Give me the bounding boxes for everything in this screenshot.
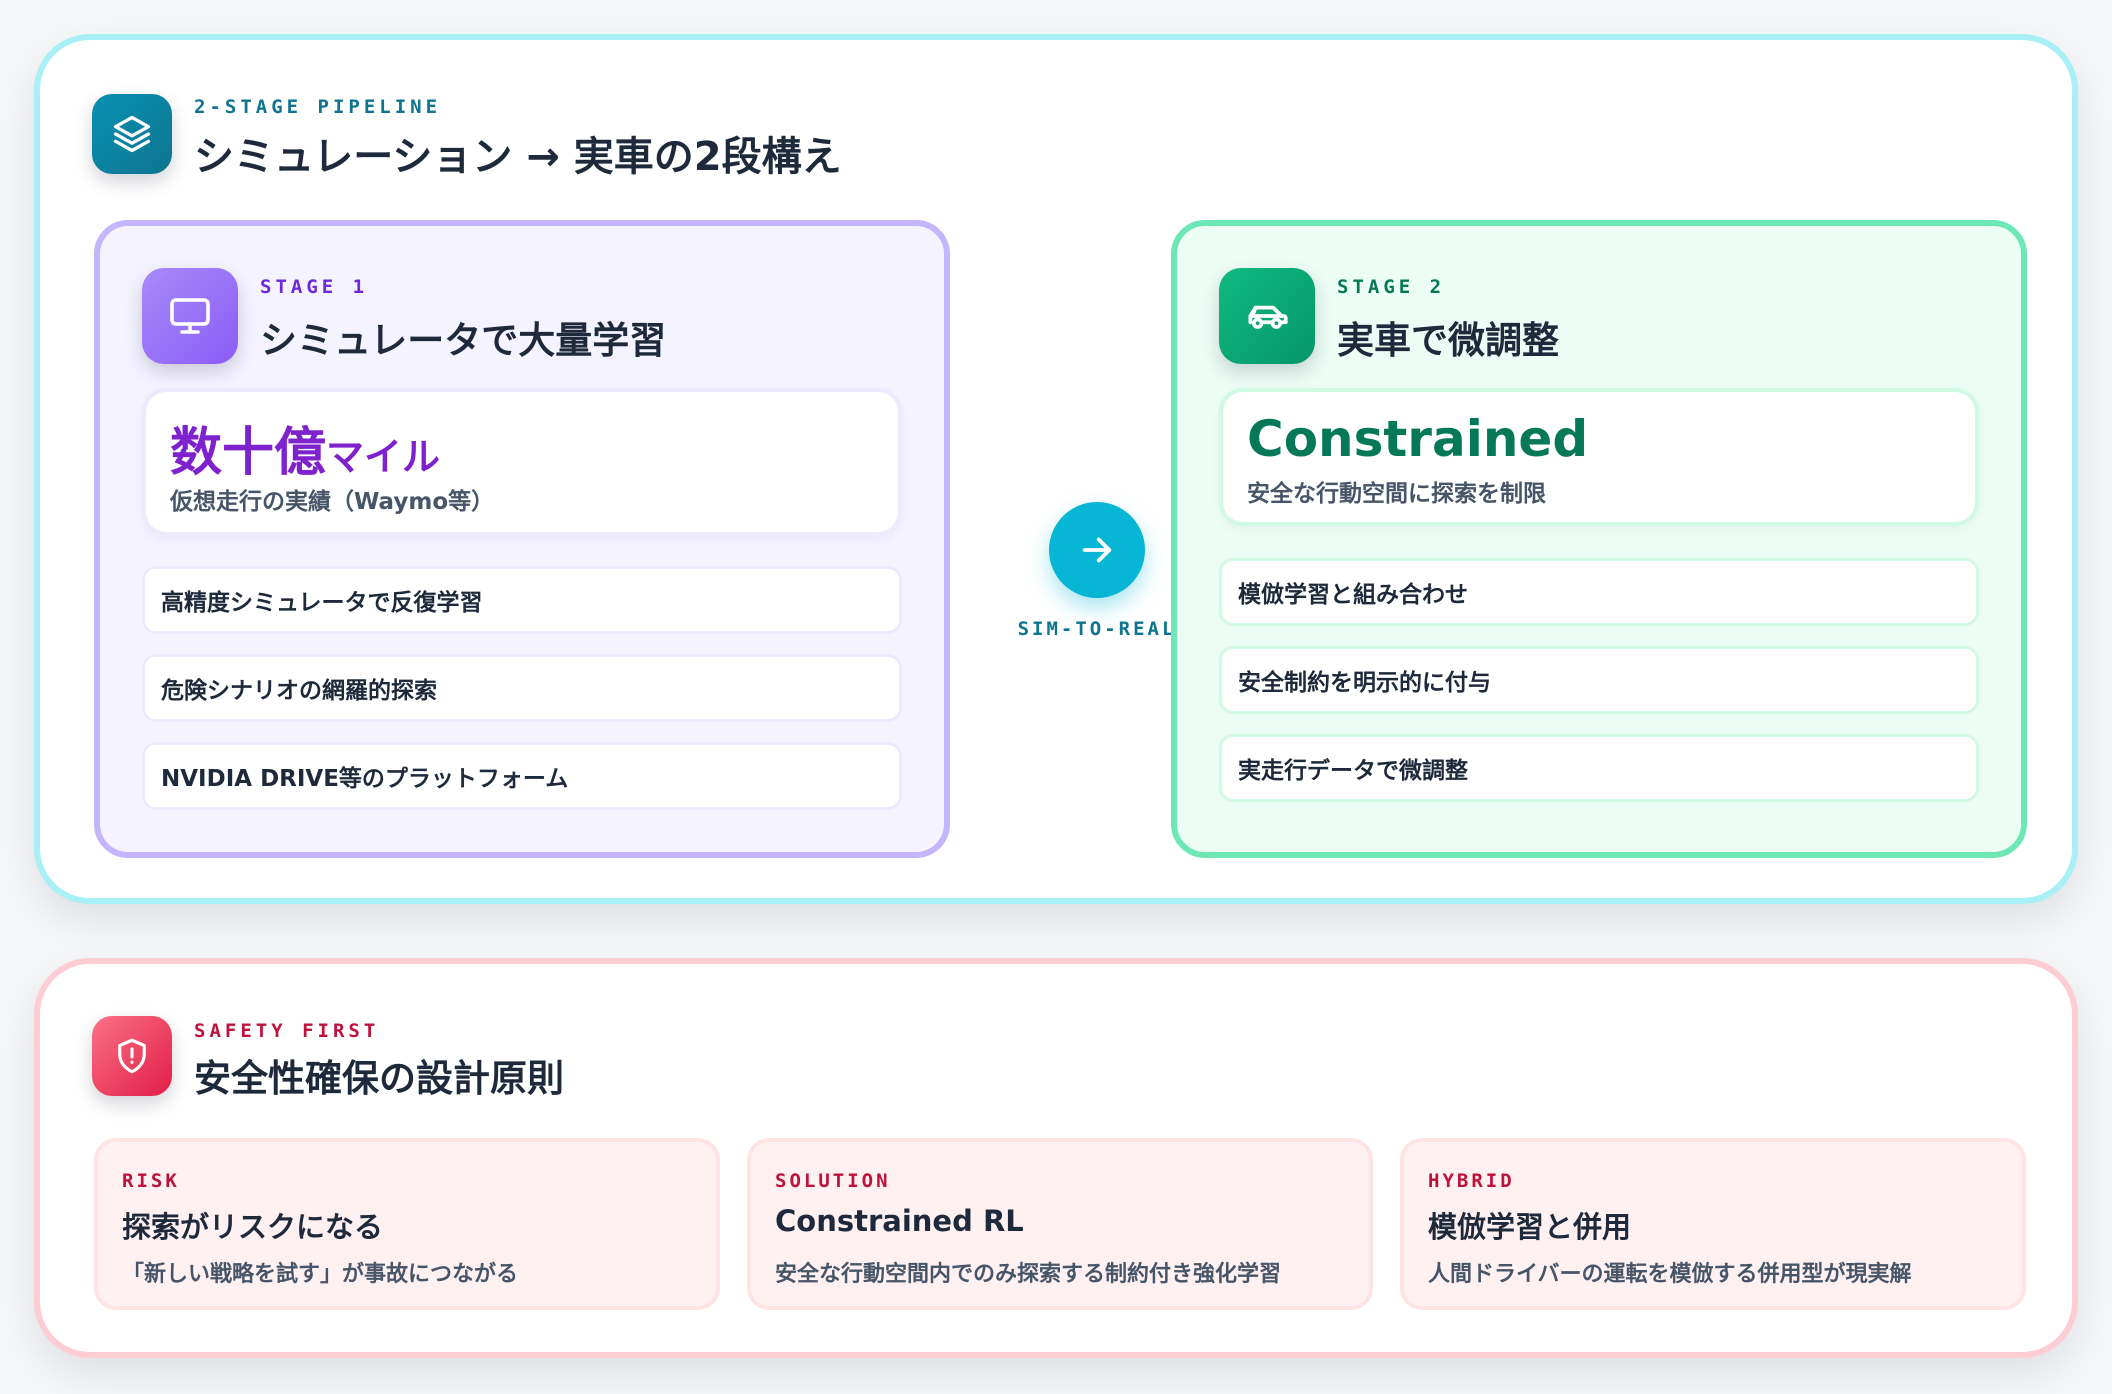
- pipeline-panel: 2-STAGE PIPELINE シミュレーション → 実車の2段構え STAG…: [34, 34, 2078, 904]
- stage-2-card: STAGE 2 実車で微調整 Constrained 安全な行動空間に探索を制限…: [1171, 220, 2027, 858]
- stage-2-eyebrow: STAGE 2: [1337, 276, 1446, 298]
- sim-to-real-arrow: [1049, 502, 1145, 598]
- safety-card-desc: 人間ドライバーの運転を模倣する併用型が現実解: [1428, 1262, 1912, 1287]
- safety-card-title: 探索がリスクになる: [122, 1210, 384, 1244]
- safety-card-hybrid: HYBRID 模倣学習と併用 人間ドライバーの運転を模倣する併用型が現実解: [1400, 1138, 2026, 1310]
- stage-1-hero-unit: マイル: [326, 435, 441, 479]
- safety-panel: SAFETY FIRST 安全性確保の設計原則 RISK 探索がリスクになる 「…: [34, 958, 2078, 1358]
- safety-card-title: 模倣学習と併用: [1428, 1210, 1632, 1244]
- stage-2-list-item: 模倣学習と組み合わせ: [1219, 558, 1979, 626]
- safety-card-label: RISK: [122, 1170, 180, 1192]
- stage-1-hero-number: 数十億: [170, 423, 327, 483]
- stage-1-hero-card: 数十億マイル 仮想走行の実績（Waymo等）: [142, 388, 902, 536]
- stage-1-hero-subtitle: 仮想走行の実績（Waymo等）: [170, 489, 495, 515]
- stage-2-hero-card: Constrained 安全な行動空間に探索を制限: [1219, 388, 1979, 526]
- stage-2-list-item: 安全制約を明示的に付与: [1219, 646, 1979, 714]
- safety-card-solution: SOLUTION Constrained RL 安全な行動空間内でのみ探索する制…: [747, 1138, 1373, 1310]
- safety-card-title: Constrained RL: [775, 1204, 1024, 1238]
- layers-icon: [92, 94, 172, 174]
- safety-card-desc: 安全な行動空間内でのみ探索する制約付き強化学習: [775, 1262, 1282, 1287]
- stage-1-list-item: 危険シナリオの網羅的探索: [142, 654, 902, 722]
- stage-2-list-item: 実走行データで微調整: [1219, 734, 1979, 802]
- stage-1-list-item: NVIDIA DRIVE等のプラットフォーム: [142, 742, 902, 810]
- stage-1-title: シミュレータで大量学習: [260, 319, 667, 362]
- safety-card-risk: RISK 探索がリスクになる 「新しい戦略を試す」が事故につながる: [94, 1138, 720, 1310]
- safety-title: 安全性確保の設計原則: [194, 1057, 564, 1100]
- sim-to-real-label: SIM-TO-REAL: [1017, 618, 1177, 640]
- stage-2-hero-subtitle: 安全な行動空間に探索を制限: [1247, 481, 1546, 507]
- arrow-right-icon: [1082, 537, 1112, 563]
- stage-1-hero-value: 数十億マイル: [170, 410, 440, 485]
- stage-1-eyebrow: STAGE 1: [260, 276, 369, 298]
- safety-card-label: HYBRID: [1428, 1170, 1515, 1192]
- safety-card-desc: 「新しい戦略を試す」が事故につながる: [122, 1262, 519, 1287]
- stage-2-hero-value: Constrained: [1247, 410, 1589, 468]
- stage-2-title: 実車で微調整: [1337, 319, 1559, 362]
- pipeline-eyebrow: 2-STAGE PIPELINE: [194, 96, 442, 118]
- monitor-icon: [142, 268, 238, 364]
- safety-card-label: SOLUTION: [775, 1170, 891, 1192]
- shield-alert-icon: [92, 1016, 172, 1096]
- stage-1-card: STAGE 1 シミュレータで大量学習 数十億マイル 仮想走行の実績（Waymo…: [94, 220, 950, 858]
- safety-eyebrow: SAFETY FIRST: [194, 1020, 380, 1042]
- car-icon: [1219, 268, 1315, 364]
- pipeline-title: シミュレーション → 実車の2段構え: [194, 134, 842, 180]
- stage-1-list-item: 高精度シミュレータで反復学習: [142, 566, 902, 634]
